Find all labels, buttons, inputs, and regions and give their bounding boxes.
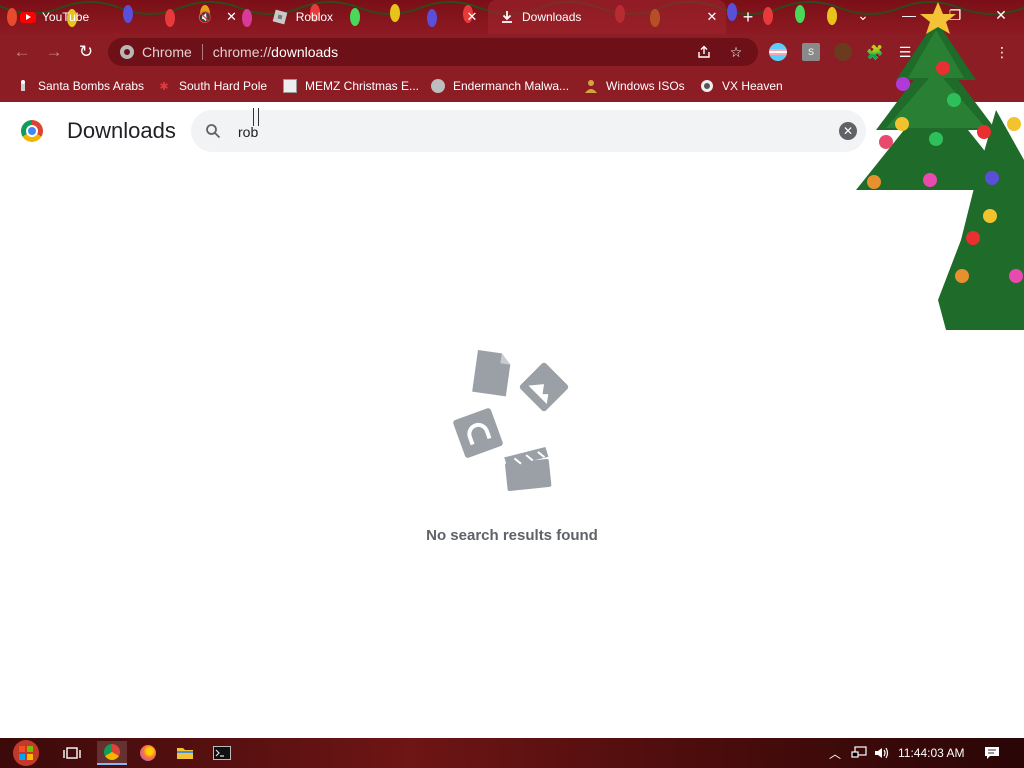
tab-title: Downloads <box>522 10 582 24</box>
command-prompt-icon <box>213 746 231 760</box>
minimize-icon: — <box>902 7 916 23</box>
bookmark-item[interactable]: Santa Bombs Arabs <box>16 76 144 96</box>
memz-icon <box>283 79 297 93</box>
chevron-up-icon: ︿ <box>828 746 841 761</box>
search-input[interactable] <box>236 119 830 145</box>
notification-icon <box>985 747 999 759</box>
tab-strip: YouTube 🔇 ✕ Roblox ✕ Downloads ✕ + ⌄ — ❐ <box>0 0 1024 34</box>
bookmark-star-icon[interactable]: ☆ <box>728 44 744 60</box>
tab-close-icon[interactable]: ✕ <box>464 9 480 25</box>
extension-s-icon[interactable]: S <box>802 43 820 61</box>
roblox-icon <box>272 9 288 25</box>
bookmark-label: South Hard Pole <box>179 79 268 93</box>
person-icon <box>584 79 598 93</box>
chrome-icon <box>104 744 120 760</box>
windows-logo-icon <box>13 740 39 766</box>
toolbar: ← → ↻ Chrome chrome://downloads ☆ S 🧩 ☰ … <box>0 34 1024 70</box>
extension-avatar-icon[interactable] <box>834 43 852 61</box>
windows-taskbar: ︿ 11:44:03 AM <box>0 738 1024 768</box>
youtube-icon <box>20 11 36 23</box>
no-downloads-illustration <box>453 350 569 492</box>
show-hidden-icons-button[interactable]: ︿ <box>826 744 844 762</box>
chevron-down-icon: ⌄ <box>857 6 869 23</box>
site-info-chip[interactable]: Chrome <box>120 44 192 60</box>
firefox-icon <box>140 745 156 761</box>
search-icon <box>206 124 221 139</box>
url-host: downloads <box>271 44 339 60</box>
download-icon <box>502 11 512 23</box>
task-view-button[interactable] <box>57 741 87 765</box>
extension-flag-icon[interactable] <box>769 43 787 61</box>
search-bar[interactable]: ✕ <box>191 110 866 152</box>
restore-button[interactable]: ❐ <box>932 0 978 30</box>
no-results-message: No search results found <box>426 527 598 544</box>
tab-close-icon[interactable]: ✕ <box>704 9 720 25</box>
new-tab-button[interactable]: + <box>738 7 758 27</box>
bookmark-label: Windows ISOs <box>606 79 685 93</box>
text-cursor-icon <box>253 108 259 126</box>
menu-kebab-icon[interactable]: ⋮ <box>993 43 1011 61</box>
chrome-icon <box>120 45 134 59</box>
tab-title: YouTube <box>42 10 90 24</box>
url-scheme: chrome:// <box>212 44 272 60</box>
bookmark-label: MEMZ Christmas E... <box>305 79 420 93</box>
forward-button[interactable]: → <box>40 38 68 66</box>
extensions-puzzle-icon[interactable]: 🧩 <box>866 43 884 61</box>
downloads-header: Downloads ✕ <box>0 102 1024 160</box>
tab-downloads[interactable]: Downloads ✕ <box>488 0 726 34</box>
bookmark-label: Endermanch Malwa... <box>453 79 570 93</box>
action-center-button[interactable] <box>982 744 1002 762</box>
snowflake-icon: ✱ <box>159 80 169 93</box>
taskbar-command-prompt[interactable] <box>207 741 237 765</box>
reading-list-icon[interactable]: ☰ <box>896 43 914 61</box>
divider <box>201 44 203 60</box>
raccoon-icon <box>431 79 445 93</box>
page-title: Downloads <box>67 118 176 143</box>
bookmark-item[interactable]: ✱ South Hard Pole <box>157 76 267 96</box>
bookmark-label: Santa Bombs Arabs <box>38 79 145 93</box>
bookmark-item[interactable]: Windows ISOs <box>584 76 685 96</box>
volume-icon[interactable] <box>873 744 891 762</box>
bookmark-item[interactable]: Endermanch Malwa... <box>431 76 569 96</box>
address-bar[interactable]: Chrome chrome://downloads ☆ <box>108 38 758 66</box>
tab-close-icon[interactable]: ✕ <box>226 9 237 25</box>
reload-button[interactable]: ↻ <box>72 38 100 66</box>
clear-search-button[interactable]: ✕ <box>839 122 857 140</box>
bookmark-label: VX Heaven <box>722 79 783 93</box>
santa-icon <box>16 79 30 93</box>
arrow-left-icon: ← <box>13 42 31 61</box>
tab-roblox[interactable]: 🔇 ✕ Roblox ✕ <box>196 0 486 34</box>
bookmark-item[interactable]: VX Heaven <box>700 76 783 96</box>
task-view-icon <box>63 747 81 759</box>
tab-search-button[interactable]: ⌄ <box>840 0 886 30</box>
network-icon[interactable] <box>850 744 868 762</box>
taskbar-firefox[interactable] <box>133 741 163 765</box>
minimize-button[interactable]: — <box>886 0 932 30</box>
reload-icon: ↻ <box>78 42 94 61</box>
close-icon: ✕ <box>842 124 854 138</box>
close-icon: ✕ <box>995 6 1007 23</box>
back-button[interactable]: ← <box>8 38 36 66</box>
bookmarks-bar: Santa Bombs Arabs ✱ South Hard Pole MEMZ… <box>0 70 1024 102</box>
restore-icon: ❐ <box>948 6 962 23</box>
taskbar-chrome[interactable] <box>97 741 127 765</box>
taskbar-file-explorer[interactable] <box>170 741 200 765</box>
tab-youtube[interactable]: YouTube <box>0 0 120 34</box>
site-chip-label: Chrome <box>142 44 192 60</box>
file-explorer-icon <box>177 748 193 759</box>
bookmark-item[interactable]: MEMZ Christmas E... <box>283 76 419 96</box>
start-button[interactable] <box>8 738 44 768</box>
share-icon[interactable] <box>696 44 712 60</box>
tab-title: Roblox <box>295 10 334 24</box>
vx-icon <box>700 79 714 93</box>
browser-window: YouTube 🔇 ✕ Roblox ✕ Downloads ✕ + ⌄ — ❐ <box>0 0 1024 768</box>
arrow-right-icon: → <box>45 42 63 61</box>
chrome-logo-icon <box>21 120 43 142</box>
close-window-button[interactable]: ✕ <box>978 0 1024 30</box>
system-clock[interactable]: 11:44:03 AM <box>898 746 965 760</box>
muted-speaker-icon[interactable]: 🔇 <box>198 11 212 24</box>
